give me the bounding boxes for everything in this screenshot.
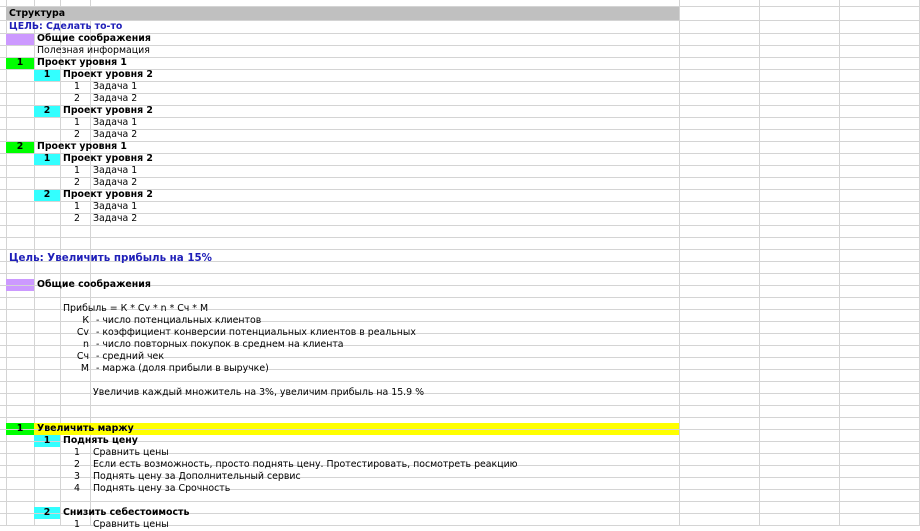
sheet-title[interactable]: Структура bbox=[9, 8, 65, 20]
task-label[interactable]: Задача 1 bbox=[93, 201, 137, 213]
task-label[interactable]: Задача 1 bbox=[93, 117, 137, 129]
var-symbol[interactable]: К bbox=[60, 315, 89, 327]
level1-number[interactable]: 2 bbox=[6, 141, 34, 153]
conclusion-text[interactable]: Увеличив каждый множитель на 3%, увеличи… bbox=[93, 387, 424, 399]
raise-price-label[interactable]: Поднять цену bbox=[63, 435, 138, 447]
column-divider bbox=[6, 0, 7, 525]
profit-formula[interactable]: Прибыль = К * Cv * n * Сч * М bbox=[63, 303, 208, 315]
level2-project-label[interactable]: Проект уровня 2 bbox=[63, 105, 153, 117]
task-label[interactable]: Задача 1 bbox=[93, 81, 137, 93]
var-symbol[interactable]: М bbox=[60, 363, 89, 375]
row-divider bbox=[0, 6, 920, 7]
level2-project-label[interactable]: Проект уровня 2 bbox=[63, 69, 153, 81]
task-number[interactable]: 2 bbox=[60, 213, 80, 225]
var-description[interactable]: - коэффициент конверсии потенциальных кл… bbox=[96, 327, 416, 339]
row-divider bbox=[0, 177, 920, 178]
var-description[interactable]: - число повторных покупок в среднем на к… bbox=[96, 339, 344, 351]
task-number[interactable]: 2 bbox=[60, 93, 80, 105]
var-symbol[interactable]: n bbox=[60, 339, 89, 351]
row-divider bbox=[0, 20, 920, 21]
task-label[interactable]: Задача 2 bbox=[93, 213, 137, 225]
task-number[interactable]: 1 bbox=[60, 117, 80, 129]
task-label[interactable]: Задача 2 bbox=[93, 177, 137, 189]
task-label[interactable]: Поднять цену за Срочность bbox=[93, 483, 230, 495]
task-number[interactable]: 2 bbox=[60, 177, 80, 189]
task-number[interactable]: 1 bbox=[60, 201, 80, 213]
row-divider bbox=[0, 417, 920, 418]
row-divider bbox=[0, 201, 920, 202]
column-divider bbox=[759, 0, 760, 525]
goal-heading[interactable]: ЦЕЛЬ: Сделать то-то bbox=[9, 21, 122, 33]
row-divider bbox=[0, 117, 920, 118]
level2-number[interactable]: 1 bbox=[34, 435, 60, 447]
var-symbol[interactable]: Cv bbox=[60, 327, 89, 339]
reduce-cost-label[interactable]: Снизить себестоимость bbox=[63, 507, 189, 519]
goal2-heading[interactable]: Цель: Увеличить прибыль на 15% bbox=[9, 252, 212, 264]
title-row-fill bbox=[6, 6, 679, 20]
level2-number[interactable]: 1 bbox=[34, 153, 60, 165]
row-divider bbox=[0, 381, 920, 382]
row-divider bbox=[0, 237, 920, 238]
general-considerations-label[interactable]: Общие соображения bbox=[37, 279, 151, 291]
row-divider bbox=[0, 165, 920, 166]
row-divider bbox=[0, 249, 920, 250]
level2-project-label[interactable]: Проект уровня 2 bbox=[63, 153, 153, 165]
task-label[interactable]: Задача 2 bbox=[93, 93, 137, 105]
task-number[interactable]: 1 bbox=[60, 81, 80, 93]
level1-project-label[interactable]: Проект уровня 1 bbox=[37, 141, 127, 153]
task-label[interactable]: Поднять цену за Дополнительный сервис bbox=[93, 471, 301, 483]
general-considerations-label[interactable]: Общие соображения bbox=[37, 33, 151, 45]
row-divider bbox=[0, 441, 920, 442]
level1-project-label[interactable]: Проект уровня 1 bbox=[37, 57, 127, 69]
purple-marker bbox=[6, 33, 34, 45]
level1-number[interactable]: 1 bbox=[6, 423, 34, 435]
row-divider bbox=[0, 141, 920, 142]
task-number[interactable]: 4 bbox=[60, 483, 80, 495]
level2-project-label[interactable]: Проект уровня 2 bbox=[63, 189, 153, 201]
task-number[interactable]: 2 bbox=[60, 459, 80, 471]
var-description[interactable]: - число потенциальных клиентов bbox=[96, 315, 261, 327]
level2-number[interactable]: 1 bbox=[34, 69, 60, 81]
row-divider bbox=[0, 93, 920, 94]
task-label[interactable]: Сравнить цены bbox=[93, 519, 169, 531]
row-divider bbox=[0, 213, 920, 214]
row-divider bbox=[0, 429, 920, 430]
useful-info-label[interactable]: Полезная информация bbox=[37, 45, 150, 57]
task-label[interactable]: Задача 1 bbox=[93, 165, 137, 177]
task-number[interactable]: 1 bbox=[60, 447, 80, 459]
level2-number[interactable]: 2 bbox=[34, 189, 60, 201]
row-divider bbox=[0, 81, 920, 82]
row-divider bbox=[0, 273, 920, 274]
row-divider bbox=[0, 501, 920, 502]
var-description[interactable]: - маржа (доля прибыли в выручке) bbox=[96, 363, 269, 375]
var-symbol[interactable]: Сч bbox=[60, 351, 89, 363]
var-description[interactable]: - средний чек bbox=[96, 351, 164, 363]
level1-number[interactable]: 1 bbox=[6, 57, 34, 69]
task-number[interactable]: 3 bbox=[60, 471, 80, 483]
row-divider bbox=[0, 297, 920, 298]
task-number[interactable]: 1 bbox=[60, 519, 80, 531]
column-divider bbox=[839, 0, 840, 525]
level2-number[interactable]: 2 bbox=[34, 507, 60, 519]
task-label[interactable]: Если есть возможность, просто поднять це… bbox=[93, 459, 518, 471]
increase-margin-label[interactable]: Увеличить маржу bbox=[37, 423, 134, 435]
row-divider bbox=[0, 405, 920, 406]
task-label[interactable]: Задача 2 bbox=[93, 129, 137, 141]
task-number[interactable]: 1 bbox=[60, 165, 80, 177]
task-label[interactable]: Сравнить цены bbox=[93, 447, 169, 459]
level2-number[interactable]: 2 bbox=[34, 105, 60, 117]
row-divider bbox=[0, 129, 920, 130]
row-divider bbox=[0, 225, 920, 226]
task-number[interactable]: 2 bbox=[60, 129, 80, 141]
row-divider bbox=[0, 57, 920, 58]
column-divider bbox=[679, 0, 680, 525]
